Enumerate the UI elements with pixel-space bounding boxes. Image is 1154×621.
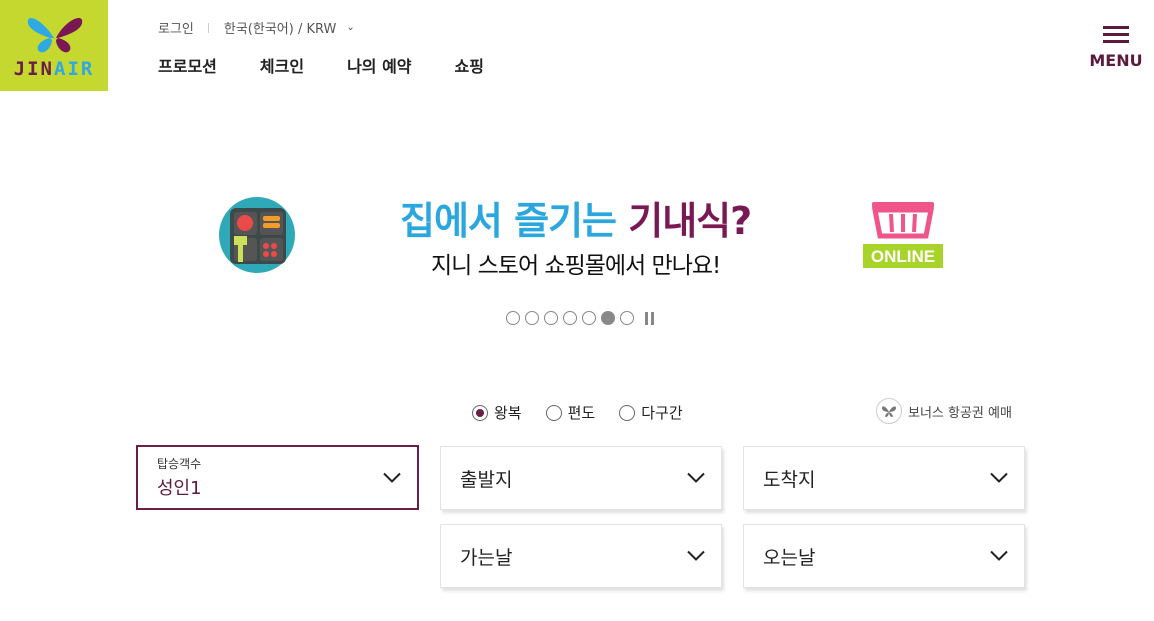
nav-my-reservation[interactable]: 나의 예약: [347, 53, 411, 77]
trip-type-group: 왕복 편도 다구간: [472, 402, 707, 423]
option-label: 왕복: [494, 404, 522, 422]
radio-icon[interactable]: [619, 404, 636, 421]
passenger-caption: 탑승객수: [157, 457, 202, 471]
radio-selected-icon[interactable]: [472, 404, 488, 421]
depart-date-label: 가는날: [460, 546, 513, 569]
shopping-basket-icon: ONLINE: [862, 198, 944, 274]
chevron-down-icon: [990, 550, 1008, 561]
locale-selector[interactable]: 한국(한국어) / KRW: [224, 18, 336, 37]
departure-label: 출발지: [460, 468, 513, 491]
slide-dot[interactable]: [620, 311, 634, 325]
bonus-label: 보너스 항공권 예매: [908, 405, 1012, 421]
banner-title[interactable]: 집에서 즐기는 기내식?: [400, 190, 752, 245]
slide-dot[interactable]: [544, 311, 558, 325]
depart-date-select[interactable]: 가는날: [440, 524, 722, 588]
utility-bar: 로그인 한국(한국어) / KRW ⌄: [158, 18, 355, 37]
trip-multicity-option[interactable]: 다구간: [619, 402, 683, 423]
main-nav: 프로모션 체크인 나의 예약 쇼핑: [158, 53, 527, 77]
option-label: 다구간: [641, 404, 683, 422]
trip-roundtrip-option[interactable]: 왕복: [472, 402, 522, 423]
option-label: 편도: [567, 404, 596, 422]
menu-label: MENU: [1089, 51, 1143, 70]
hamburger-icon: [1088, 26, 1144, 43]
arrival-select[interactable]: 도착지: [743, 446, 1025, 510]
pause-icon[interactable]: [645, 311, 654, 325]
bonus-ticket-link[interactable]: 보너스 항공권 예매: [876, 398, 1012, 424]
slide-dot[interactable]: [506, 311, 520, 325]
nav-checkin[interactable]: 체크인: [260, 53, 304, 77]
chevron-down-icon: [990, 472, 1008, 483]
banner-subtitle[interactable]: 지니 스토어 쇼핑몰에서 만나요!: [431, 246, 721, 280]
meal-tray-icon: [218, 196, 296, 278]
slide-dot[interactable]: [563, 311, 577, 325]
slide-dot-active[interactable]: [601, 311, 615, 325]
slide-dot[interactable]: [525, 311, 539, 325]
butterfly-icon: [876, 398, 902, 424]
slide-dot[interactable]: [582, 311, 596, 325]
menu-button[interactable]: MENU: [1088, 26, 1144, 70]
passenger-value: 성인1: [157, 478, 202, 499]
login-link[interactable]: 로그인: [158, 18, 194, 37]
return-date-label: 오는날: [763, 546, 816, 569]
jinair-logo[interactable]: JINAIR: [0, 0, 108, 91]
passenger-count-select[interactable]: 탑승객수 성인1: [136, 445, 419, 510]
online-badge-text: ONLINE: [871, 247, 935, 266]
return-date-select[interactable]: 오는날: [743, 524, 1025, 588]
departure-select[interactable]: 출발지: [440, 446, 722, 510]
slide-indicators: [506, 311, 654, 325]
chevron-down-icon: [687, 550, 705, 561]
trip-oneway-option[interactable]: 편도: [545, 402, 596, 423]
logo-wordmark: JINAIR: [13, 58, 95, 80]
chevron-down-icon: [687, 472, 705, 483]
nav-shopping[interactable]: 쇼핑: [455, 53, 484, 77]
radio-icon[interactable]: [545, 404, 562, 421]
divider: [207, 22, 209, 33]
butterfly-logo-icon: [27, 18, 83, 53]
chevron-down-icon[interactable]: ⌄: [346, 22, 354, 33]
nav-promotion[interactable]: 프로모션: [158, 53, 217, 77]
chevron-down-icon: [383, 472, 401, 483]
arrival-label: 도착지: [763, 468, 816, 491]
